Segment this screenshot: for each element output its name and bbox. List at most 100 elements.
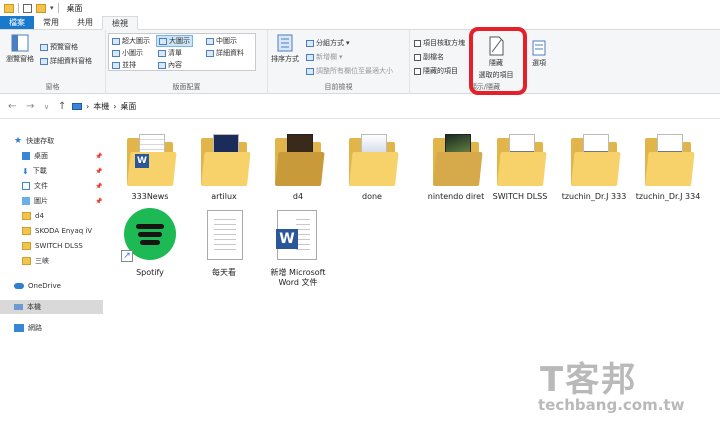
folder-icon: [491, 132, 549, 190]
navigation-pane-button[interactable]: 瀏覽窗格: [6, 34, 34, 64]
pin-icon: 📌: [95, 198, 103, 205]
item-checkboxes-toggle[interactable]: 項目核取方塊: [414, 38, 465, 48]
window-title: 桌面: [66, 3, 83, 13]
tab-home[interactable]: 常用: [34, 16, 68, 29]
checkbox-icon: [414, 67, 421, 75]
breadcrumb[interactable]: › 本機 › 桌面: [72, 101, 136, 112]
nav-item-skoda[interactable]: SKODA Enyaq iV: [22, 224, 92, 238]
large-icons-label: 大圖示: [169, 37, 190, 45]
word-document-icon: W: [269, 208, 327, 266]
file-extensions-label: 副檔名: [423, 53, 444, 61]
nav-item-network[interactable]: 網路: [14, 321, 42, 335]
folder-item[interactable]: done: [334, 132, 410, 202]
tiles-option[interactable]: 並排: [112, 60, 136, 70]
spotify-icon: ↗: [121, 208, 179, 266]
nav-item-label: 網路: [28, 324, 42, 332]
forward-icon[interactable]: →: [26, 101, 34, 112]
options-icon: [532, 40, 546, 56]
quick-access[interactable]: ★ 快速存取: [14, 134, 54, 148]
shortcut-arrow-icon: ↗: [121, 250, 133, 262]
hidden-items-label: 隱藏的項目: [423, 67, 458, 75]
group-label: 目前檢視: [324, 83, 353, 91]
group-by-button[interactable]: 分組方式 ▾: [306, 38, 350, 48]
medium-icons-option[interactable]: 中圖示: [206, 36, 237, 46]
text-file-item[interactable]: 每天看: [186, 208, 262, 278]
add-columns-label: 新增欄: [316, 53, 337, 61]
new-folder-icon[interactable]: [36, 3, 46, 13]
network-icon: [14, 324, 24, 332]
chevron-right-icon: ›: [113, 102, 117, 111]
chevron-down-icon[interactable]: ▾: [50, 4, 54, 12]
computer-icon: [14, 304, 23, 310]
nav-item-d4[interactable]: d4: [22, 209, 44, 223]
file-name: d4: [292, 192, 304, 201]
breadcrumb-this-pc[interactable]: 本機: [93, 101, 109, 112]
large-icons-option[interactable]: 大圖示: [156, 35, 193, 47]
nav-item-label: 下載: [32, 167, 47, 175]
panes-group: 瀏覽窗格 預覽窗格 詳細資料窗格 窗格: [0, 30, 106, 94]
xl-icons-icon: [112, 37, 120, 45]
folder-item[interactable]: artilux: [186, 132, 262, 202]
medium-icons-icon: [206, 37, 214, 45]
current-view-group: 排序方式 分組方式 ▾ 新增欄 ▾ 調整所有欄位至最適大小 目前檢視: [268, 30, 410, 94]
document-icon: [22, 182, 30, 190]
address-bar: ← → ∨ ↑ › 本機 › 桌面: [0, 95, 720, 119]
options-button[interactable]: 選項: [526, 40, 552, 68]
add-columns-button[interactable]: 新增欄 ▾: [306, 52, 343, 62]
divider: [57, 3, 59, 13]
star-icon: ★: [14, 136, 23, 146]
nav-item-documents[interactable]: 文件: [22, 179, 48, 193]
nav-item-onedrive[interactable]: OneDrive: [14, 279, 61, 293]
details-icon: [206, 49, 214, 57]
sort-by-button[interactable]: 排序方式: [270, 34, 300, 64]
watermark-logo: T客邦: [540, 360, 638, 400]
word-icon: W: [135, 154, 149, 168]
xl-icons-option[interactable]: 超大圖示: [112, 36, 150, 46]
folder-icon: [4, 3, 14, 13]
size-columns-button[interactable]: 調整所有欄位至最適大小: [306, 66, 393, 76]
nav-item-switch-dlss[interactable]: SWITCH DLSS: [22, 239, 83, 253]
navigation-pane: ★ 快速存取 桌面 📌 ⬇ 下載 📌 文件 📌 圖片 📌 d4 SKODA Enya…: [0, 120, 104, 440]
pin-icon: 📌: [95, 168, 103, 175]
preview-pane-button[interactable]: 預覽窗格: [40, 42, 78, 52]
word-file-item[interactable]: W 新增 Microsoft Word 文件: [260, 208, 336, 288]
tab-view[interactable]: 檢視: [102, 16, 138, 30]
folder-item[interactable]: tzuchin_Dr.J 334: [630, 132, 706, 202]
nav-item-desktop[interactable]: 桌面: [22, 149, 48, 163]
properties-icon[interactable]: [23, 3, 32, 13]
hidden-items-toggle[interactable]: 隱藏的項目: [414, 66, 458, 76]
nav-item-label: 圖片: [34, 197, 48, 205]
tab-share[interactable]: 共用: [68, 16, 102, 29]
small-icons-option[interactable]: 小圖示: [112, 48, 143, 58]
file-name-line1: 新增 Microsoft: [270, 268, 326, 277]
layout-group: 超大圖示 大圖示 中圖示 小圖示 清單 詳細資料 並排 內容 版面配置: [106, 30, 268, 94]
back-icon[interactable]: ←: [8, 101, 16, 112]
content-option[interactable]: 內容: [158, 60, 182, 70]
file-extensions-toggle[interactable]: 副檔名: [414, 52, 444, 62]
up-icon[interactable]: ↑: [58, 101, 66, 112]
list-option[interactable]: 清單: [158, 48, 182, 58]
shortcut-item[interactable]: ↗ Spotify: [112, 208, 188, 278]
details-pane-icon: [40, 57, 48, 65]
folder-item[interactable]: SWITCH DLSS: [482, 132, 558, 202]
medium-icons-label: 中圖示: [216, 37, 237, 45]
nav-item-this-pc[interactable]: 本機: [0, 300, 103, 314]
folder-icon: [22, 242, 31, 250]
tab-file[interactable]: 檔案: [0, 16, 34, 29]
chevron-down-icon[interactable]: ∨: [44, 103, 49, 111]
details-pane-button[interactable]: 詳細資料窗格: [40, 56, 92, 66]
folder-item[interactable]: d4: [260, 132, 336, 202]
breadcrumb-desktop[interactable]: 桌面: [120, 101, 136, 112]
nav-item-downloads[interactable]: ⬇ 下載: [22, 164, 47, 178]
file-name: tzuchin_Dr.J 334: [635, 192, 701, 201]
folder-item[interactable]: W 333News: [112, 132, 188, 202]
nav-item-pictures[interactable]: 圖片: [22, 194, 48, 208]
details-option[interactable]: 詳細資料: [206, 48, 244, 58]
folder-item[interactable]: tzuchin_Dr.J 333: [556, 132, 632, 202]
divider: [18, 3, 19, 13]
size-columns-icon: [306, 67, 314, 75]
nav-item-sanxia[interactable]: 三峽: [22, 254, 49, 268]
folder-icon: [22, 257, 31, 265]
nav-item-label: SKODA Enyaq iV: [35, 227, 93, 235]
quick-access-label: 快速存取: [26, 137, 55, 145]
